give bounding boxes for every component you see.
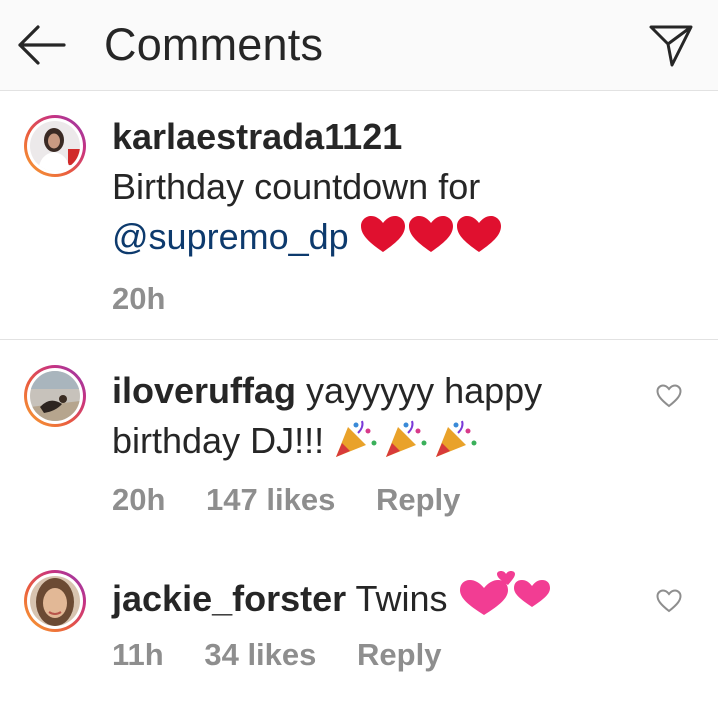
reply-button[interactable]: Reply (376, 482, 460, 518)
comment-username[interactable]: jackie_forster (112, 578, 346, 619)
caption-text: karlaestrada1121 Birthday countdown for … (112, 112, 509, 268)
comment-meta: 11h 34 likes Reply (112, 637, 441, 673)
reply-button[interactable]: Reply (357, 637, 441, 673)
avatar-photo (30, 576, 80, 626)
paper-plane-icon[interactable] (648, 22, 694, 68)
arrow-left-icon[interactable] (14, 22, 66, 68)
avatar[interactable] (24, 570, 86, 632)
heart-icon[interactable] (656, 384, 682, 408)
page-title: Comments (104, 19, 324, 70)
likes-count[interactable]: 34 likes (204, 637, 316, 673)
two-hearts-emoji (458, 571, 558, 630)
comment-body-1: yayyyyy happy (306, 370, 543, 411)
post-caption: karlaestrada1121 Birthday countdown for … (0, 91, 718, 340)
comment-username[interactable]: iloveruffag (112, 370, 296, 411)
comment-meta: 20h 147 likes Reply (112, 482, 460, 518)
caption-meta: 20h (112, 281, 165, 317)
avatar[interactable] (24, 365, 86, 427)
comment-text: iloveruffag yayyyyy happy birthday DJ!!! (112, 366, 612, 472)
comment-body-2: birthday DJ!!! (112, 420, 325, 461)
comment-body: Twins (355, 578, 448, 619)
timestamp: 11h (112, 637, 164, 672)
avatar-photo (30, 371, 80, 421)
likes-count[interactable]: 147 likes (206, 482, 335, 518)
timestamp: 20h (112, 281, 166, 316)
mention-link[interactable]: @supremo_dp (112, 216, 349, 257)
caption-line1: Birthday countdown for (112, 166, 481, 207)
party-popper-emoji (334, 419, 484, 472)
comment-text: jackie_forster Twins (112, 571, 558, 630)
caption-username[interactable]: karlaestrada1121 (112, 116, 402, 157)
avatar[interactable] (24, 115, 86, 177)
heart-icon[interactable] (656, 589, 682, 613)
timestamp: 20h (112, 482, 166, 517)
top-bar: Comments (0, 0, 718, 91)
avatar-photo (30, 121, 80, 171)
red-hearts-emoji (359, 215, 509, 268)
